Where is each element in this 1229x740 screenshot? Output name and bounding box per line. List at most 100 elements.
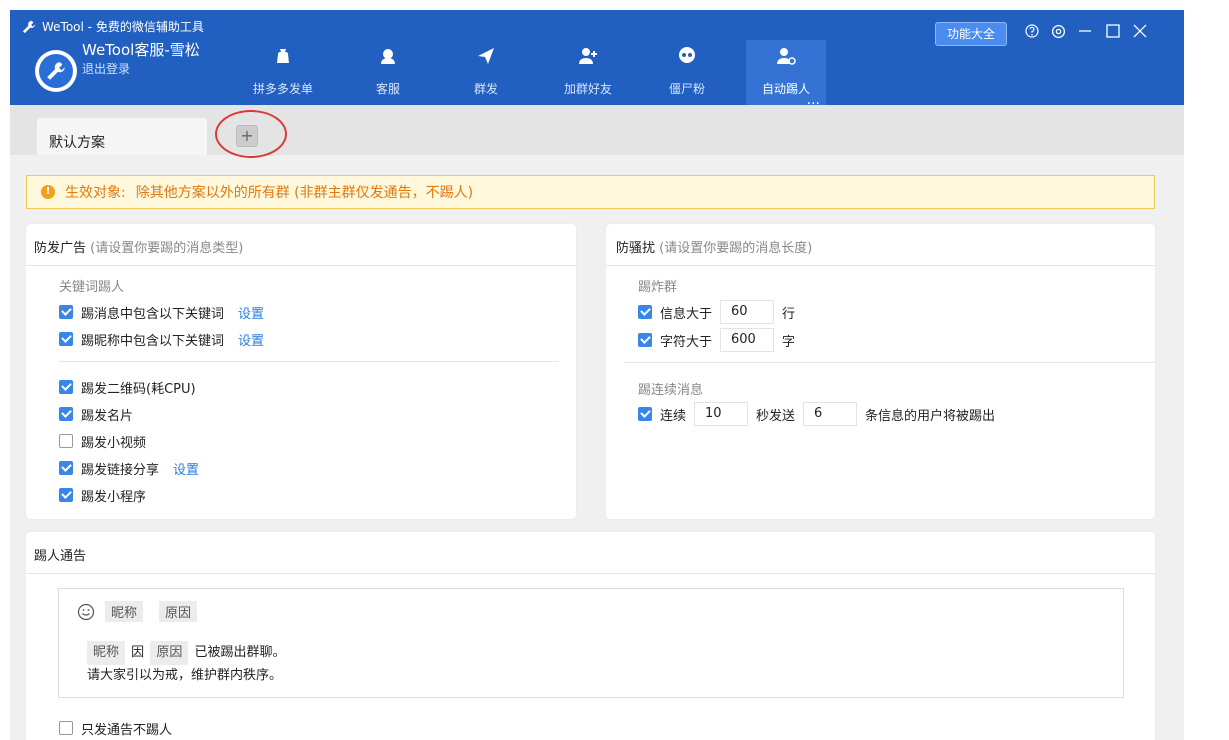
- settings-link[interactable]: 设置: [238, 330, 264, 349]
- help-icon[interactable]: [1023, 22, 1041, 40]
- wrench-icon: [39, 54, 73, 88]
- lines-label: 信息大于: [660, 306, 713, 322]
- option-label: 只发通告不踢人: [81, 722, 173, 738]
- panel-hint: (请设置你要踢的消息类型): [90, 241, 244, 256]
- editor-toolbar: 昵称 原因: [77, 601, 203, 622]
- option-row: 踢发名片: [59, 404, 133, 424]
- option-label: 踢昵称中包含以下关键词: [81, 333, 225, 349]
- option-row: 踢发小程序: [59, 485, 146, 505]
- notice-text: 除其他方案以外的所有群 (非群主群仅发通告，不踢人): [135, 185, 474, 201]
- checkbox[interactable]: [59, 380, 73, 394]
- option-row: 踢消息中包含以下关键词 设置: [59, 302, 264, 322]
- nav-label: 加群好友: [563, 82, 612, 96]
- checkbox[interactable]: [59, 332, 73, 346]
- window-title: WeTool - 免费的微信辅助工具: [22, 18, 204, 35]
- nickname-chip: 昵称: [87, 641, 126, 665]
- anti-ads-panel: 防发广告 (请设置你要踢的消息类型) 关键词踢人 踢消息中包含以下关键词 设置 …: [26, 224, 576, 519]
- nav-label: 僵尸粉: [668, 82, 705, 96]
- avatar[interactable]: [35, 50, 77, 92]
- notice-label: 生效对象:: [65, 185, 126, 201]
- checkbox[interactable]: [638, 333, 652, 347]
- app-header: WeTool - 免费的微信辅助工具 WeTool客服-雪松 退出登录 拼多多发…: [10, 10, 1184, 108]
- wrench-icon: [22, 20, 36, 33]
- option-row: 踢发二维码(耗CPU): [59, 377, 196, 397]
- settings-icon[interactable]: [1049, 22, 1067, 40]
- checkbox[interactable]: [59, 305, 73, 319]
- divider: [624, 362, 1155, 363]
- body-text: 已被踢出群聊。: [194, 645, 286, 660]
- nav-item-add-friends[interactable]: 加群好友: [548, 40, 628, 105]
- send-icon: [478, 48, 494, 64]
- tab-default-plan[interactable]: 默认方案: [37, 118, 207, 155]
- option-row: 踢发链接分享 设置: [59, 458, 199, 478]
- option-label: 踢发链接分享: [81, 462, 160, 478]
- nav-item-service[interactable]: 客服: [348, 40, 428, 105]
- app-window: WeTool - 免费的微信辅助工具 WeTool客服-雪松 退出登录 拼多多发…: [10, 10, 1184, 740]
- only-notice-row: 只发通告不踢人: [59, 718, 172, 738]
- close-icon[interactable]: [1131, 22, 1149, 40]
- continuous-label: 秒发送: [756, 408, 796, 424]
- chars-unit: 字: [782, 334, 796, 350]
- settings-link[interactable]: 设置: [173, 459, 199, 478]
- lines-input[interactable]: 60: [720, 300, 775, 324]
- nav-label: 客服: [375, 82, 400, 96]
- window-title-text: WeTool - 免费的微信辅助工具: [42, 20, 204, 34]
- insert-reason-chip[interactable]: 原因: [159, 601, 198, 622]
- panel-title: 踢人通告: [34, 549, 87, 564]
- chars-input[interactable]: 600: [720, 328, 775, 352]
- body-text: 请大家引以为戒，维护群内秩序。: [87, 668, 283, 683]
- nav-label: 拼多多发单: [252, 82, 313, 96]
- add-friend-icon: [579, 48, 597, 64]
- checkbox[interactable]: [59, 721, 73, 735]
- info-icon: !: [41, 185, 55, 199]
- option-row: 踢发小视频: [59, 431, 146, 451]
- chars-row: 字符大于 600 字: [638, 328, 795, 352]
- emoji-icon[interactable]: [77, 603, 95, 621]
- nav-item-broadcast[interactable]: 群发: [446, 40, 526, 105]
- highlight-circle: [215, 110, 287, 158]
- option-label: 踢发小视频: [81, 435, 147, 451]
- skull-icon: [679, 47, 695, 63]
- panel-title: 防骚扰: [616, 241, 656, 256]
- nav-label: 群发: [473, 82, 498, 96]
- kick-user-icon: [777, 48, 796, 65]
- minimize-icon[interactable]: [1076, 22, 1094, 40]
- kick-notice-panel: 踢人通告 昵称 原因 昵称 因 原因 已被踢出群聊。 请大家引以为戒，维护群内秩…: [26, 532, 1155, 740]
- checkbox[interactable]: [59, 488, 73, 502]
- insert-nickname-chip[interactable]: 昵称: [105, 601, 144, 622]
- panel-hint: (请设置你要踢的消息长度): [659, 241, 813, 256]
- settings-link[interactable]: 设置: [238, 303, 264, 322]
- option-row: 踢昵称中包含以下关键词 设置: [59, 329, 264, 349]
- nav-item-auto-kick[interactable]: 自动踢人 ...: [746, 40, 826, 108]
- continuous-label: 连续: [660, 408, 687, 424]
- notice-banner: ! 生效对象: 除其他方案以外的所有群 (非群主群仅发通告，不踢人): [26, 175, 1155, 209]
- lines-row: 信息大于 60 行: [638, 300, 795, 324]
- seconds-input[interactable]: 10: [694, 402, 749, 426]
- anti-harass-panel: 防骚扰 (请设置你要踢的消息长度) 踢炸群 信息大于 60 行 字符大于 600…: [606, 224, 1155, 519]
- more-indicator: ...: [806, 92, 820, 108]
- notice-editor[interactable]: 昵称 原因 昵称 因 原因 已被踢出群聊。 请大家引以为戒，维护群内秩序。: [58, 588, 1124, 698]
- checkbox[interactable]: [638, 407, 652, 421]
- logout-link[interactable]: 退出登录: [82, 60, 130, 77]
- headset-icon: [381, 49, 395, 64]
- checkbox[interactable]: [59, 434, 73, 448]
- chars-label: 字符大于: [660, 334, 713, 350]
- divider: [59, 361, 559, 362]
- continuous-row: 连续 10 秒发送 6 条信息的用户将被踢出: [638, 402, 995, 426]
- lines-unit: 行: [782, 306, 796, 322]
- checkbox[interactable]: [59, 461, 73, 475]
- bag-icon: [277, 49, 289, 63]
- option-label: 踢发小程序: [81, 489, 147, 505]
- nav-item-pdd[interactable]: 拼多多发单: [243, 40, 323, 105]
- checkbox[interactable]: [638, 305, 652, 319]
- count-input[interactable]: 6: [803, 402, 858, 426]
- option-label: 踢消息中包含以下关键词: [81, 306, 225, 322]
- maximize-icon[interactable]: [1104, 22, 1122, 40]
- checkbox[interactable]: [59, 407, 73, 421]
- plan-tab-bar: 默认方案 +: [10, 105, 1184, 158]
- nav-item-zombie[interactable]: 僵尸粉: [647, 40, 727, 105]
- option-label: 踢发二维码(耗CPU): [81, 381, 196, 397]
- feature-list-button[interactable]: 功能大全: [935, 22, 1007, 46]
- account-name: WeTool客服-雪松: [82, 41, 200, 59]
- panel-header: 踢人通告: [26, 532, 1155, 574]
